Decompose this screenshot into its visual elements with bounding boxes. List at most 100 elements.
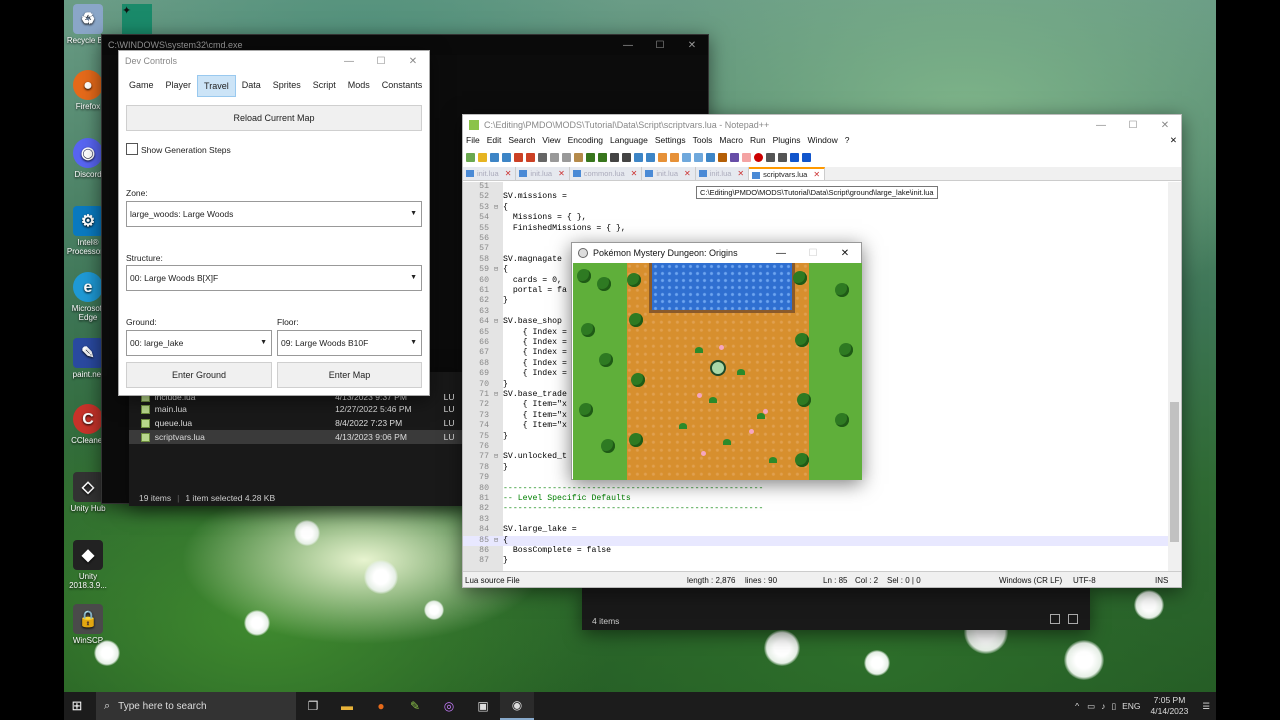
battery-icon[interactable]: ▯ — [1111, 701, 1116, 712]
menu-view[interactable]: View — [542, 135, 560, 149]
tab-script[interactable]: Script — [307, 75, 342, 97]
show-generation-steps-checkbox[interactable] — [126, 143, 138, 155]
menu-plugins[interactable]: Plugins — [773, 135, 801, 149]
close-icon[interactable]: ✕ — [1149, 120, 1181, 131]
file-row[interactable]: queue.lua 8/4/2022 7:23 PM LU — [129, 416, 463, 430]
file-row[interactable]: main.lua 12/27/2022 5:46 PM LU — [129, 402, 463, 416]
structure-select[interactable]: 00: Large Woods B[X]F ▼ — [126, 265, 422, 291]
code-line[interactable]: 86 BossComplete = false — [463, 546, 1169, 556]
maximize-icon[interactable]: ☐ — [1117, 120, 1149, 131]
monitoring-icon[interactable] — [742, 152, 751, 162]
menu-search[interactable]: Search — [508, 135, 535, 149]
tab-mods[interactable]: Mods — [342, 75, 376, 97]
close-tab-icon[interactable]: ✕ — [684, 169, 691, 178]
redo-icon[interactable] — [598, 152, 607, 162]
desktop-icon-unity[interactable]: ◆ Unity 2018.3.9... — [64, 540, 112, 590]
document-tab[interactable]: common.lua ✕ — [569, 167, 643, 180]
open-file-icon[interactable] — [478, 152, 487, 162]
minimize-icon[interactable]: — — [1085, 120, 1117, 131]
reload-map-button[interactable]: Reload Current Map — [126, 105, 422, 131]
copy-icon[interactable] — [562, 152, 571, 162]
print-icon[interactable] — [538, 152, 547, 162]
floor-select[interactable]: 09: Large Woods B10F ▼ — [277, 330, 422, 356]
new-file-icon[interactable] — [466, 152, 475, 162]
tray-overflow-icon[interactable]: ^ — [1075, 701, 1079, 711]
menu-tools[interactable]: Tools — [693, 135, 713, 149]
npp-titlebar[interactable]: C:\Editing\PMDO\MODS\Tutorial\Data\Scrip… — [463, 115, 1181, 135]
play-macro-icon[interactable] — [778, 152, 787, 162]
notepad-taskbar-icon[interactable]: ✎ — [398, 692, 432, 720]
cmd-taskbar-icon[interactable]: ▣ — [466, 692, 500, 720]
code-line[interactable]: 84 SV.large_lake = — [463, 525, 1169, 535]
dev-titlebar[interactable]: Dev Controls — ☐ ✕ — [119, 51, 429, 71]
maximize-icon[interactable]: ☐ — [365, 56, 397, 67]
run-macro-multiple-icon[interactable] — [790, 152, 799, 162]
close-file-icon[interactable] — [514, 152, 523, 162]
zoom-in-icon[interactable] — [634, 152, 643, 162]
document-tab[interactable]: init.lua ✕ — [516, 167, 570, 180]
close-tab-icon[interactable]: ✕ — [737, 169, 744, 178]
game-taskbar-icon[interactable]: ◉ — [500, 692, 534, 720]
tab-game[interactable]: Game — [123, 75, 160, 97]
enter-map-button[interactable]: Enter Map — [277, 362, 422, 388]
game-viewport[interactable] — [573, 263, 862, 480]
fold-marker[interactable]: ⊟ — [489, 536, 503, 546]
tab-sprites[interactable]: Sprites — [267, 75, 307, 97]
record-macro-icon[interactable] — [754, 152, 763, 162]
file-explorer-taskbar-icon[interactable]: ▬ — [330, 692, 364, 720]
maximize-icon[interactable]: ☐ — [644, 40, 676, 51]
code-line[interactable]: 87} — [463, 556, 1169, 566]
tiles-view-icon[interactable] — [1068, 614, 1078, 624]
app-shortcut-icon[interactable]: ✦ — [122, 4, 152, 34]
document-tab[interactable]: init.lua ✕ — [463, 167, 517, 180]
minimize-icon[interactable]: — — [333, 56, 365, 67]
close-tab-icon[interactable]: ✕ — [505, 169, 512, 178]
firefox-taskbar-icon[interactable]: ● — [364, 692, 398, 720]
tab-constants[interactable]: Constants — [376, 75, 429, 97]
fold-marker[interactable]: ⊟ — [489, 317, 503, 327]
fold-marker[interactable]: ⊟ — [489, 203, 503, 213]
undo-icon[interactable] — [586, 152, 595, 162]
menu-language[interactable]: Language — [610, 135, 648, 149]
minimize-icon[interactable]: — — [612, 40, 644, 51]
close-icon[interactable]: ✕ — [397, 56, 429, 67]
volume-icon[interactable]: ♪ — [1101, 701, 1105, 711]
function-list-icon[interactable] — [706, 152, 715, 162]
save-macro-icon[interactable] — [802, 152, 811, 162]
tab-player[interactable]: Player — [160, 75, 198, 97]
code-line[interactable]: 81 -- Level Specific Defaults — [463, 494, 1169, 504]
fold-marker[interactable]: ⊟ — [489, 452, 503, 462]
fold-marker[interactable]: ⊟ — [489, 265, 503, 275]
menu-macro[interactable]: Macro — [719, 135, 743, 149]
document-tab-active[interactable]: scriptvars.lua ✕ — [749, 167, 826, 180]
save-all-icon[interactable] — [502, 152, 511, 162]
fold-marker[interactable]: ⊟ — [489, 390, 503, 400]
close-tab-icon[interactable]: ✕ — [558, 169, 565, 178]
dev-controls-window[interactable]: Dev Controls — ☐ ✕ Game Player Travel Da… — [118, 50, 430, 396]
stop-macro-icon[interactable] — [766, 152, 775, 162]
sync-scroll-icon[interactable] — [658, 152, 667, 162]
file-explorer-window-2[interactable]: 4 items — [582, 588, 1090, 630]
code-line[interactable]: 85 ⊟{ — [463, 535, 1169, 546]
close-document-icon[interactable]: ✕ — [1170, 135, 1177, 149]
game-titlebar[interactable]: Pokémon Mystery Dungeon: Origins — ☐ ✕ — [572, 243, 861, 263]
details-view-icon[interactable] — [1050, 614, 1060, 624]
code-line[interactable]: 54 Missions = { }, — [463, 213, 1169, 223]
file-row-selected[interactable]: scriptvars.lua 4/13/2023 9:06 PM LU — [129, 430, 463, 444]
replace-icon[interactable] — [622, 152, 631, 162]
minimize-icon[interactable]: — — [765, 248, 797, 259]
close-icon[interactable]: ✕ — [829, 248, 861, 259]
menu-edit[interactable]: Edit — [487, 135, 502, 149]
close-tab-icon[interactable]: ✕ — [631, 169, 638, 178]
find-icon[interactable] — [610, 152, 619, 162]
ground-select[interactable]: 00: large_lake ▼ — [126, 330, 272, 356]
code-line[interactable]: 82 --------------------------------------… — [463, 504, 1169, 514]
language-indicator[interactable]: ENG — [1122, 701, 1140, 711]
menu-run[interactable]: Run — [750, 135, 766, 149]
taskbar-search-box[interactable]: ⌕ Type here to search — [96, 692, 296, 720]
close-all-icon[interactable] — [526, 152, 535, 162]
paste-icon[interactable] — [574, 152, 583, 162]
code-line[interactable]: 53 ⊟{ — [463, 203, 1169, 213]
network-icon[interactable]: ▭ — [1087, 701, 1095, 712]
code-line[interactable]: 80 --------------------------------------… — [463, 484, 1169, 494]
